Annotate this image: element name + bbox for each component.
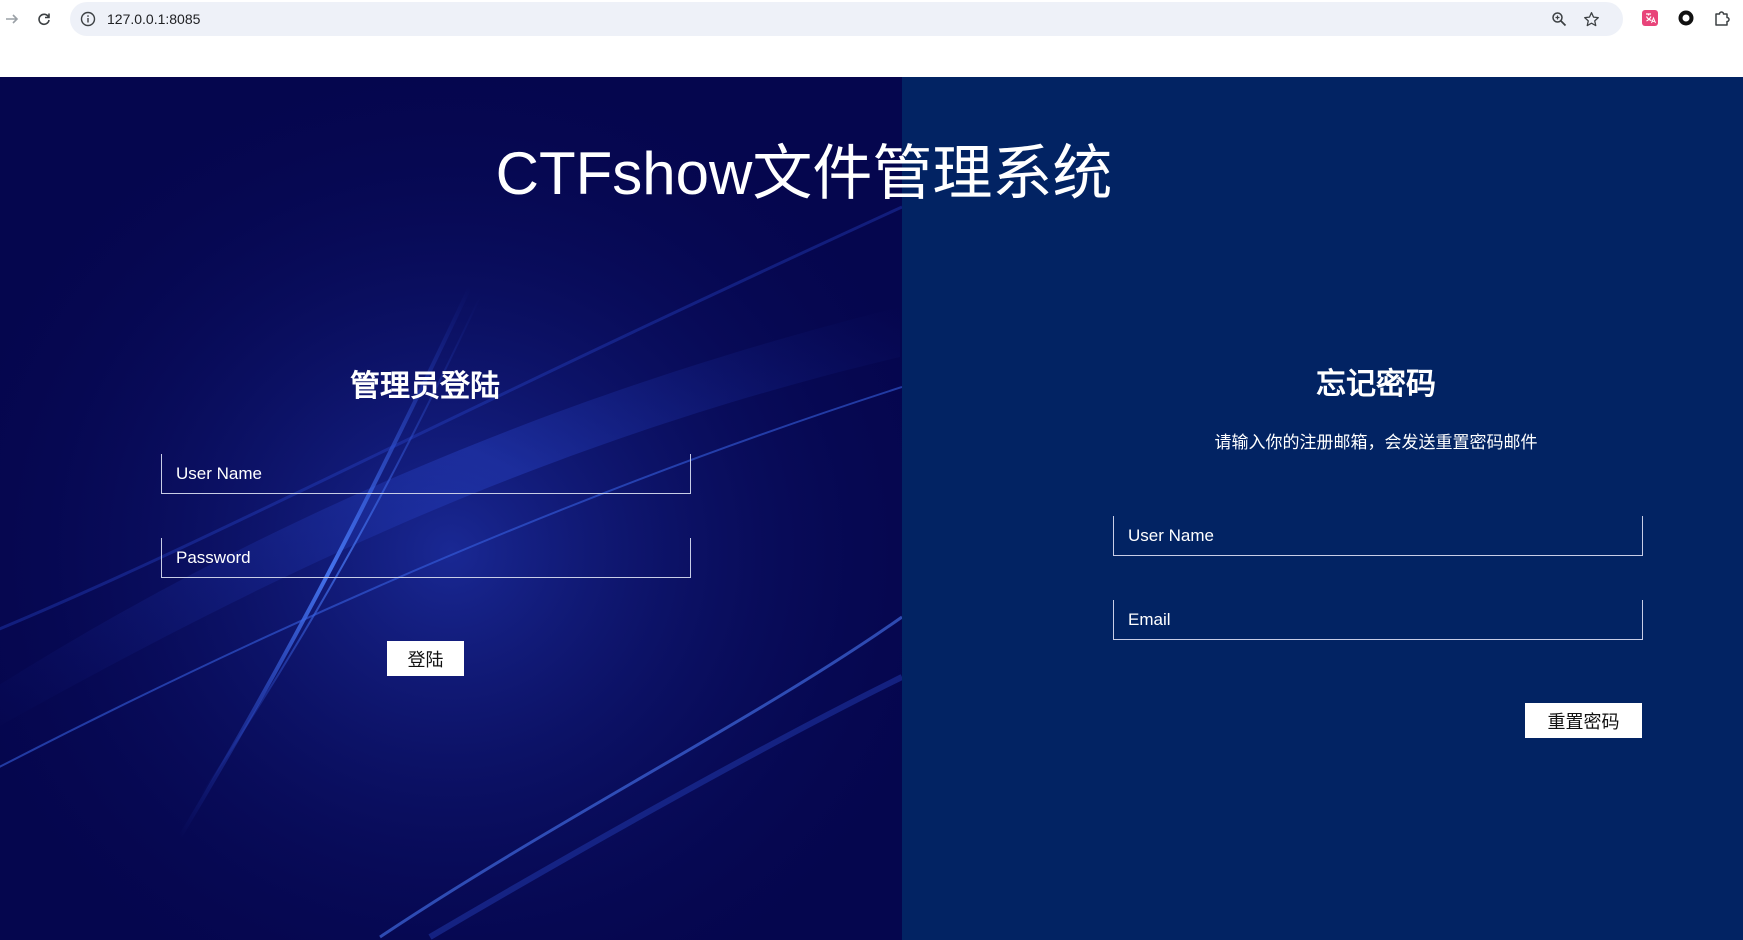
forgot-password-description: 请输入你的注册邮箱，会发送重置密码邮件: [1214, 433, 1538, 452]
translate-extension-icon[interactable]: [1640, 8, 1660, 28]
site-info-icon[interactable]: [80, 11, 96, 27]
forgot-email-input[interactable]: [1114, 600, 1642, 639]
address-bar[interactable]: 127.0.0.1:8085: [70, 2, 1623, 36]
login-username-input[interactable]: [162, 454, 690, 493]
login-password-field: [161, 538, 691, 578]
reload-icon[interactable]: [32, 7, 56, 31]
browser-toolbar: 127.0.0.1:8085: [0, 0, 1743, 77]
bookmark-star-icon[interactable]: [1582, 10, 1600, 28]
forgot-email-field: [1113, 600, 1643, 640]
login-heading: 管理员登陆: [350, 370, 500, 403]
record-extension-icon[interactable]: [1676, 8, 1696, 28]
url-text[interactable]: 127.0.0.1:8085: [107, 11, 200, 27]
forgot-username-input[interactable]: [1114, 516, 1642, 555]
page-title: CTFshow文件管理系统: [495, 140, 1113, 207]
extensions-puzzle-icon[interactable]: [1712, 8, 1732, 28]
forgot-username-field: [1113, 516, 1643, 556]
page-content: CTFshow文件管理系统 管理员登陆 登陆 忘记密码 请输入你的注册邮箱，会发…: [0, 77, 1743, 940]
reset-password-button[interactable]: 重置密码: [1525, 703, 1642, 738]
zoom-icon[interactable]: [1550, 10, 1568, 28]
forgot-password-heading: 忘记密码: [1316, 368, 1436, 401]
login-button[interactable]: 登陆: [387, 641, 464, 676]
forward-icon[interactable]: [0, 7, 24, 31]
login-username-field: [161, 454, 691, 494]
login-password-input[interactable]: [162, 538, 690, 577]
